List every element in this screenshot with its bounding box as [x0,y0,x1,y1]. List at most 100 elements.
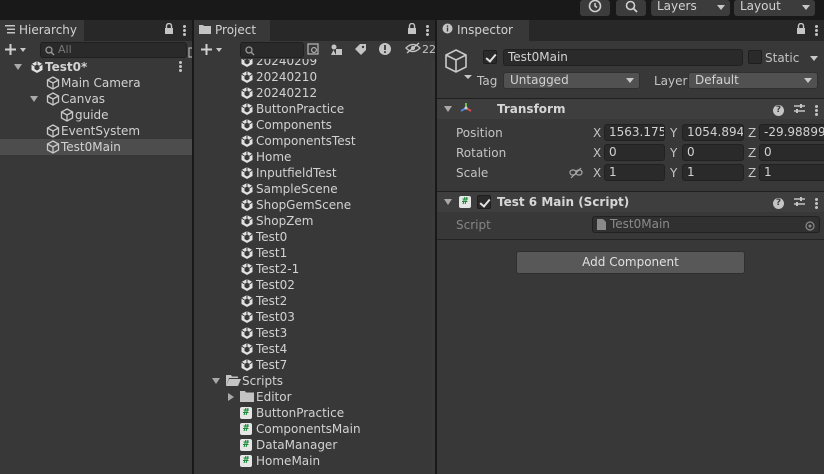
search-button[interactable] [616,0,646,16]
fold-down-icon[interactable] [444,106,452,112]
project-asset-item[interactable]: 20240210 [194,69,431,85]
tag-dropdown[interactable]: Untagged [503,72,640,89]
project-asset-item[interactable]: Test2-1 [194,261,431,277]
project-asset-item[interactable]: Components [194,117,431,133]
kebab-menu-icon[interactable] [183,24,186,36]
filter-by-label-icon[interactable] [330,43,343,59]
hidden-packages-toggle[interactable]: 22 [405,42,435,57]
kebab-menu-icon[interactable] [815,197,818,209]
layer-dropdown[interactable]: Default [688,72,818,89]
hierarchy-search-input[interactable]: All [40,42,192,58]
project-search-input[interactable] [240,42,304,58]
project-asset-item[interactable]: ShopGemScene [194,197,431,213]
tag-icon[interactable] [354,43,367,59]
scale-y-field[interactable]: 1 [682,164,744,181]
csharp-script-icon: # [240,406,254,420]
hierarchy-item[interactable]: Test0Main [0,139,192,155]
hierarchy-item[interactable]: guide [0,107,192,123]
hierarchy-item[interactable]: Canvas [0,91,192,107]
gameobject-cube-icon[interactable] [444,47,474,84]
kebab-menu-icon[interactable] [815,104,818,116]
script-component-header[interactable]: # Test 6 Main (Script) ? [437,191,824,212]
help-icon[interactable]: ? [773,197,784,209]
project-tab-controls [407,22,429,37]
lock-icon[interactable] [407,22,417,37]
create-asset-button[interactable] [200,42,228,58]
tab-inspector[interactable]: Inspector [437,20,529,41]
position-x-field[interactable]: 1563.175 [604,124,665,141]
component-enabled-checkbox[interactable] [477,195,491,209]
component-separator [437,239,824,240]
fold-right-icon[interactable] [228,393,234,401]
kebab-menu-icon[interactable] [179,61,182,72]
project-asset-item[interactable]: # ButtonPractice [194,405,431,421]
hierarchy-item[interactable]: Test0* [0,59,192,75]
constrain-proportions-icon[interactable] [569,167,583,182]
project-asset-item[interactable]: Test7 [194,357,431,373]
position-z-field[interactable]: -29.98899 [759,124,824,141]
project-asset-item[interactable]: InputfieldTest [194,165,431,181]
project-asset-item[interactable]: 20240212 [194,85,431,101]
project-asset-item[interactable]: ShopZem [194,213,431,229]
static-checkbox[interactable] [748,50,762,64]
project-asset-item[interactable]: Test3 [194,325,431,341]
project-item-label: DataManager [256,438,338,452]
lock-icon[interactable] [796,22,806,37]
scale-z-field[interactable]: 1 [759,164,824,181]
rotation-y-field[interactable]: 0 [682,144,744,161]
fold-down-icon[interactable] [14,64,22,70]
transform-header[interactable]: Transform ? [437,98,824,119]
search-by-type-icon[interactable] [307,43,320,59]
project-asset-item[interactable]: # DataManager [194,437,431,453]
lock-icon[interactable] [164,22,174,37]
fold-down-icon[interactable] [212,378,220,384]
project-asset-item[interactable]: Test1 [194,245,431,261]
presets-icon[interactable] [794,196,805,210]
project-asset-item[interactable]: Test03 [194,309,431,325]
project-folder-item[interactable]: Scripts [194,373,431,389]
project-asset-item[interactable]: ComponentsTest [194,133,431,149]
fold-down-icon[interactable] [444,199,452,205]
transform-title: Transform [497,102,566,116]
transform-icon [459,101,473,118]
unity-scene-icon [240,86,254,100]
scrollbar[interactable] [431,59,435,474]
project-asset-item[interactable]: # HomeMain [194,453,431,469]
kebab-menu-icon[interactable] [426,24,429,36]
active-checkbox[interactable] [483,50,497,64]
add-component-button[interactable]: Add Component [516,251,745,274]
project-asset-item[interactable]: Test4 [194,341,431,357]
presets-icon[interactable] [794,103,805,117]
tab-hierarchy[interactable]: Hierarchy [0,20,84,41]
object-name-field[interactable]: Test0Main [503,49,743,66]
project-asset-item[interactable]: 20240209 [194,59,431,69]
rotation-z-field[interactable]: 0 [759,144,824,161]
unity-scene-icon [240,150,254,164]
rotation-x-field[interactable]: 0 [604,144,665,161]
project-asset-item[interactable]: SampleScene [194,181,431,197]
layers-dropdown[interactable]: Layers [651,0,730,16]
project-asset-item[interactable]: Home [194,149,431,165]
project-asset-item[interactable]: Test0 [194,229,431,245]
create-button[interactable] [4,42,32,58]
project-asset-item[interactable]: Test2 [194,293,431,309]
history-button[interactable] [580,0,610,16]
project-folder-item[interactable]: Editor [194,389,431,405]
project-asset-item[interactable]: Test02 [194,277,431,293]
scale-x-field[interactable]: 1 [604,164,665,181]
warning-icon[interactable] [378,42,392,59]
tab-project[interactable]: Project [194,20,270,41]
hierarchy-tab-controls [164,22,186,37]
hierarchy-item[interactable]: EventSystem [0,123,192,139]
kebab-menu-icon[interactable] [815,24,818,36]
project-asset-item[interactable]: # ComponentsMain [194,421,431,437]
rotation-x-value: 0 [609,145,617,159]
fold-down-icon[interactable] [30,96,38,102]
hierarchy-item[interactable]: Main Camera [0,75,192,91]
position-y-field[interactable]: 1054.894 [682,124,744,141]
chevron-down-icon [804,78,812,83]
help-icon[interactable]: ? [773,104,784,116]
project-asset-item[interactable]: ButtonPractice [194,101,431,117]
layout-dropdown[interactable]: Layout [734,0,815,16]
chevron-down-icon[interactable] [810,56,818,61]
